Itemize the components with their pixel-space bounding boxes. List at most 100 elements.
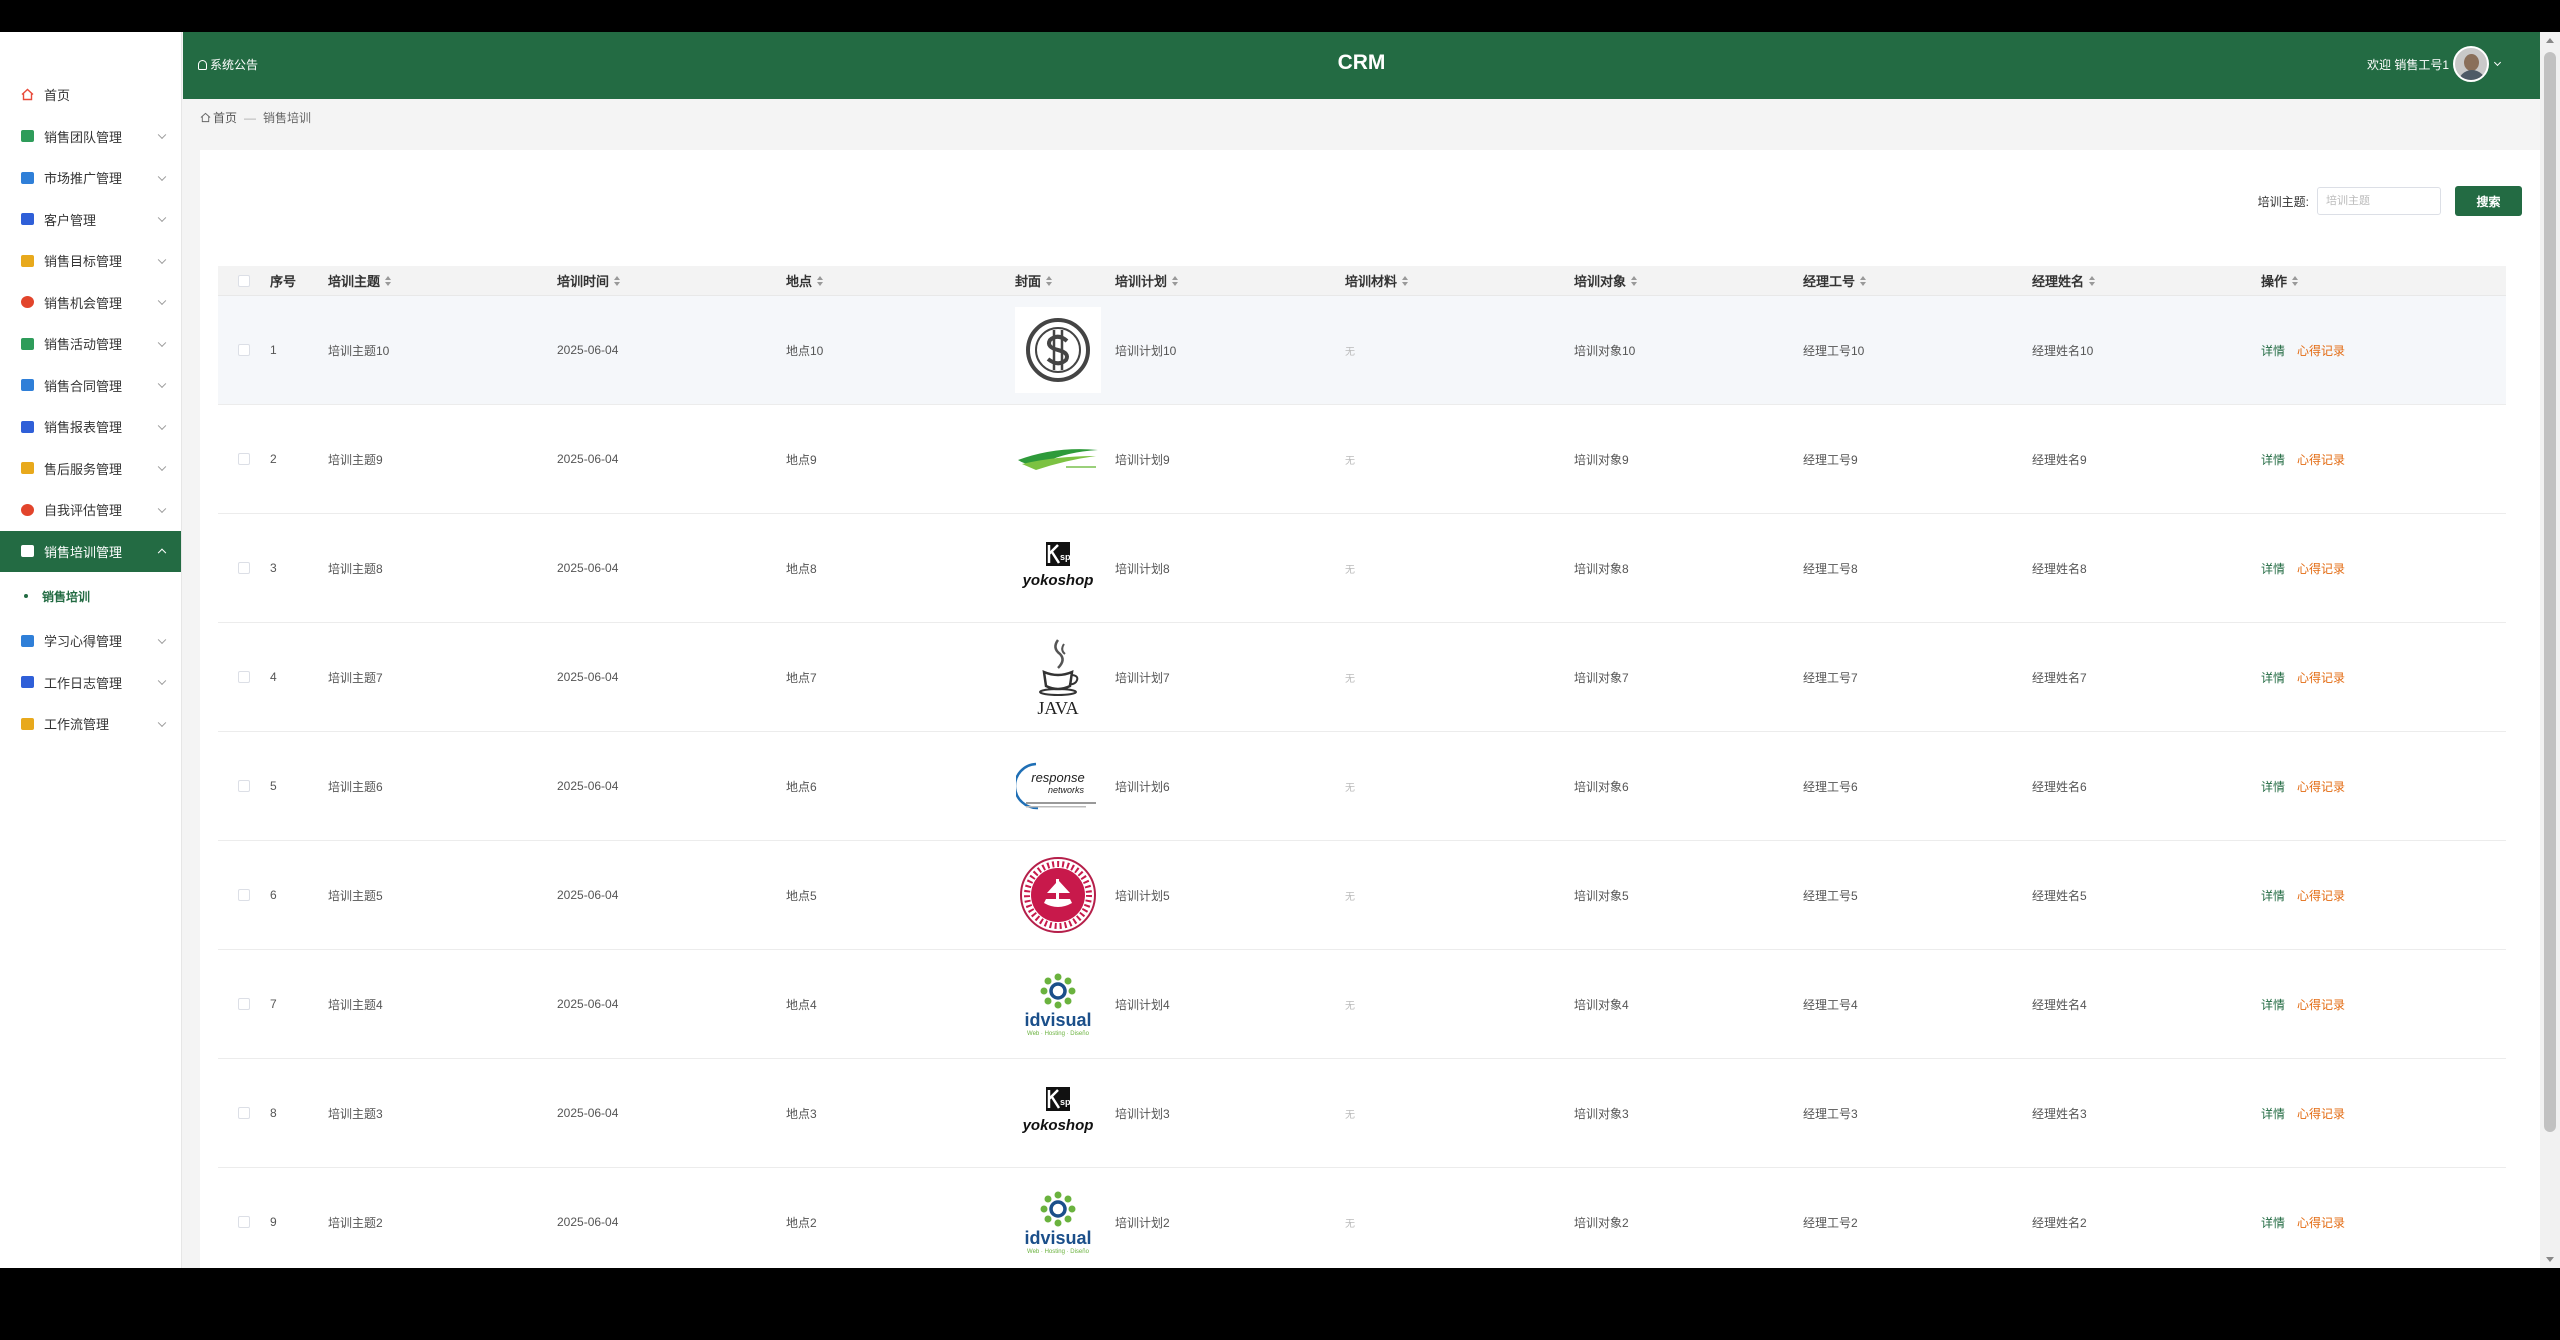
table-row[interactable]: 9 培训主题2 2025-06-04 地点2 idvisual Web · Hosting… bbox=[218, 1168, 2506, 1268]
sort-icon[interactable] bbox=[1402, 275, 1409, 286]
column-header[interactable]: 培训计划 bbox=[1115, 271, 1345, 290]
table-row[interactable]: 7 培训主题4 2025-06-04 地点4 idvisual Web · Hosting… bbox=[218, 950, 2506, 1059]
detail-link[interactable]: 详情 bbox=[2261, 1214, 2285, 1231]
java-logo[interactable]: JAVA bbox=[1015, 634, 1101, 720]
notes-link[interactable]: 心得记录 bbox=[2297, 778, 2345, 795]
column-header[interactable]: 经理工号 bbox=[1803, 271, 2032, 290]
notes-link[interactable]: 心得记录 bbox=[2297, 669, 2345, 686]
sidebar-item[interactable]: 首页 bbox=[0, 74, 181, 116]
sidebar-item[interactable]: 自我评估管理 bbox=[0, 489, 181, 531]
row-checkbox[interactable] bbox=[238, 889, 250, 901]
row-checkbox[interactable] bbox=[238, 998, 250, 1010]
sidebar-item[interactable]: 学习心得管理 bbox=[0, 620, 181, 662]
table-row[interactable]: 3 培训主题8 2025-06-04 地点8 sp yokoshop 培训计划8 无 培训对象8… bbox=[218, 514, 2506, 623]
row-checkbox[interactable] bbox=[238, 344, 250, 356]
response-networks-logo[interactable]: response networks bbox=[1015, 743, 1101, 829]
notes-link[interactable]: 心得记录 bbox=[2297, 887, 2345, 904]
cell-actions: 详情 心得记录 bbox=[2261, 669, 2506, 686]
table-row[interactable]: 5 培训主题6 2025-06-04 地点6 response networks 培训计划6… bbox=[218, 732, 2506, 841]
notes-link[interactable]: 心得记录 bbox=[2297, 560, 2345, 577]
column-header[interactable]: 培训对象 bbox=[1574, 271, 1803, 290]
row-checkbox[interactable] bbox=[238, 562, 250, 574]
search-button[interactable]: 搜索 bbox=[2455, 186, 2522, 216]
sort-icon[interactable] bbox=[2292, 275, 2299, 286]
row-checkbox[interactable] bbox=[238, 1107, 250, 1119]
sort-icon[interactable] bbox=[1631, 275, 1638, 286]
row-checkbox[interactable] bbox=[238, 780, 250, 792]
sidebar-subitem-sales-training[interactable]: 销售培训 bbox=[0, 572, 181, 620]
user-menu[interactable]: 欢迎 销售工号1 bbox=[2367, 46, 2502, 82]
row-checkbox[interactable] bbox=[238, 671, 250, 683]
column-header[interactable]: 培训材料 bbox=[1345, 271, 1574, 290]
detail-link[interactable]: 详情 bbox=[2261, 342, 2285, 359]
sort-icon[interactable] bbox=[2089, 275, 2096, 286]
breadcrumb-home[interactable]: 首页 bbox=[213, 109, 237, 126]
column-header[interactable]: 培训主题 bbox=[328, 271, 557, 290]
table-row[interactable]: 8 培训主题3 2025-06-04 地点3 sp yokoshop 培训计划3 无 培训对象3… bbox=[218, 1059, 2506, 1168]
green-swoosh-logo[interactable] bbox=[1015, 416, 1101, 502]
column-header[interactable]: 操作 bbox=[2261, 271, 2506, 290]
notes-link[interactable]: 心得记录 bbox=[2297, 1105, 2345, 1122]
sort-icon[interactable] bbox=[1860, 275, 1867, 286]
sidebar-item[interactable]: 市场推广管理 bbox=[0, 157, 181, 199]
sort-icon[interactable] bbox=[385, 275, 392, 286]
sidebar-item[interactable]: 客户管理 bbox=[0, 199, 181, 241]
detail-link[interactable]: 详情 bbox=[2261, 560, 2285, 577]
sidebar-item[interactable]: 销售活动管理 bbox=[0, 323, 181, 365]
date-value: 2025-06-04 bbox=[557, 1215, 619, 1229]
sidebar-item[interactable]: 销售机会管理 bbox=[0, 282, 181, 324]
notes-link[interactable]: 心得记录 bbox=[2297, 342, 2345, 359]
idvisual-logo[interactable]: idvisual Web · Hosting · Diseño bbox=[1015, 1179, 1101, 1265]
scroll-down-icon[interactable] bbox=[2546, 1257, 2554, 1262]
page-scrollbar[interactable] bbox=[2540, 32, 2560, 1268]
yokoshop-logo[interactable]: sp yokoshop bbox=[1015, 1070, 1101, 1156]
row-checkbox[interactable] bbox=[238, 1216, 250, 1228]
sort-icon[interactable] bbox=[1046, 275, 1053, 286]
yokoshop-logo[interactable]: sp yokoshop bbox=[1015, 525, 1101, 611]
avatar[interactable] bbox=[2453, 46, 2489, 82]
sidebar-item[interactable]: 工作日志管理 bbox=[0, 662, 181, 704]
table-row[interactable]: 6 培训主题5 2025-06-04 地点5 培训计划5 无 培训对象5 经理工号5 经理姓名5… bbox=[218, 841, 2506, 950]
row-checkbox[interactable] bbox=[238, 453, 250, 465]
detail-link[interactable]: 详情 bbox=[2261, 996, 2285, 1013]
column-header[interactable]: 封面 bbox=[1015, 271, 1115, 290]
dollar-coin-logo[interactable] bbox=[1015, 307, 1101, 393]
cell-mgr-id: 经理工号8 bbox=[1803, 560, 2032, 577]
notes-link[interactable]: 心得记录 bbox=[2297, 996, 2345, 1013]
detail-link[interactable]: 详情 bbox=[2261, 778, 2285, 795]
sort-icon[interactable] bbox=[1172, 275, 1179, 286]
row-select-cell bbox=[218, 562, 270, 574]
notes-link[interactable]: 心得记录 bbox=[2297, 451, 2345, 468]
column-header[interactable]: 培训时间 bbox=[557, 271, 786, 290]
column-header[interactable]: 经理姓名 bbox=[2032, 271, 2261, 290]
column-header[interactable]: 地点 bbox=[786, 271, 1015, 290]
scroll-up-icon[interactable] bbox=[2546, 38, 2554, 43]
sidebar-item[interactable]: 销售合同管理 bbox=[0, 365, 181, 407]
detail-link[interactable]: 详情 bbox=[2261, 451, 2285, 468]
scrollbar-thumb[interactable] bbox=[2544, 52, 2556, 1132]
sidebar-item[interactable]: 销售团队管理 bbox=[0, 116, 181, 158]
detail-link[interactable]: 详情 bbox=[2261, 887, 2285, 904]
sort-icon[interactable] bbox=[614, 275, 621, 286]
detail-link[interactable]: 详情 bbox=[2261, 669, 2285, 686]
table-row[interactable]: 1 培训主题10 2025-06-04 地点10 培训计划10 无 培训对象10 经理工号10… bbox=[218, 296, 2506, 405]
search-input[interactable] bbox=[2317, 187, 2441, 215]
table-row[interactable]: 4 培训主题7 2025-06-04 地点7 JAVA 培训计划7 无 培训对象7 经理工号7 经… bbox=[218, 623, 2506, 732]
notes-link[interactable]: 心得记录 bbox=[2297, 1214, 2345, 1231]
sidebar-item[interactable]: 售后服务管理 bbox=[0, 448, 181, 490]
sort-icon[interactable] bbox=[817, 275, 824, 286]
cell-plan: 培训计划10 bbox=[1115, 342, 1345, 359]
sidebar-item[interactable]: 销售报表管理 bbox=[0, 406, 181, 448]
workflow-icon bbox=[21, 717, 34, 730]
plan-value: 培训计划9 bbox=[1115, 452, 1170, 467]
column-header-label: 培训计划 bbox=[1115, 274, 1168, 289]
sidebar-item[interactable]: 销售目标管理 bbox=[0, 240, 181, 282]
sidebar-item[interactable]: 销售培训管理 bbox=[0, 530, 181, 572]
select-all-checkbox[interactable] bbox=[238, 274, 250, 287]
detail-link[interactable]: 详情 bbox=[2261, 1105, 2285, 1122]
column-header-label: 经理工号 bbox=[1803, 274, 1856, 289]
sidebar-item[interactable]: 工作流管理 bbox=[0, 703, 181, 745]
table-row[interactable]: 2 培训主题9 2025-06-04 地点9 培训计划9 无 培训对象9 经理工号9 经理姓名9… bbox=[218, 405, 2506, 514]
idvisual-logo[interactable]: idvisual Web · Hosting · Diseño bbox=[1015, 961, 1101, 1047]
new-brunswick-seal[interactable] bbox=[1015, 852, 1101, 938]
